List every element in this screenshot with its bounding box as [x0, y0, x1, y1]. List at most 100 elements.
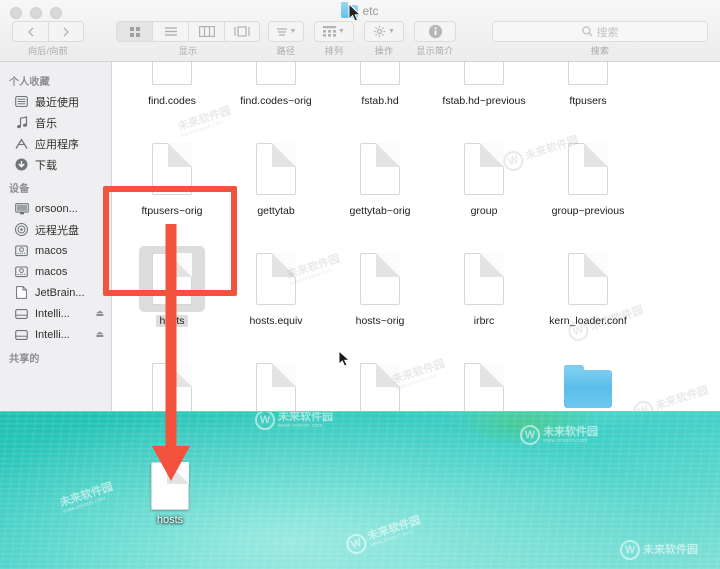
sidebar-item-label: Intelli...: [35, 328, 70, 341]
action-group: ▼ 操作: [364, 21, 404, 57]
sidebar-section-favorites-header: 个人收藏: [9, 77, 50, 88]
sidebar-item-remote-disc[interactable]: 远程光盘: [0, 219, 111, 240]
file-name-label: fstab.hd: [361, 95, 399, 107]
eject-icon[interactable]: ⏏: [95, 308, 107, 319]
file-item[interactable]: hosts~orig: [328, 240, 432, 350]
path-button[interactable]: ▼: [268, 21, 304, 42]
action-label: 操作: [374, 46, 394, 56]
sidebar-item-intellij-1[interactable]: Intelli... ⏏: [0, 303, 111, 324]
file-icon-box: [555, 62, 621, 92]
sidebar-item-label: JetBrain...: [35, 286, 85, 299]
file-item[interactable]: mach_init_per_login_session.d: [536, 350, 640, 411]
window-body: 个人收藏 最近使用 音乐 应用程序 下载 设备 orsoon... 远程光盘 m…: [0, 62, 720, 411]
music-note-icon: [14, 116, 29, 129]
document-icon: [360, 62, 400, 85]
file-name-label: gettytab~orig: [349, 205, 411, 217]
action-button[interactable]: ▼: [364, 21, 404, 42]
finder-sidebar: 个人收藏 最近使用 音乐 应用程序 下载 设备 orsoon... 远程光盘 m…: [0, 62, 112, 411]
file-icon-box: [243, 136, 309, 202]
file-name-label: ftpusers~orig: [141, 205, 203, 217]
sidebar-item-macos-2[interactable]: macos: [0, 261, 111, 282]
document-icon: [464, 253, 504, 305]
file-item[interactable]: kern_loader.conf~previous: [120, 350, 224, 411]
file-item[interactable]: krb5.keytab: [224, 350, 328, 411]
file-item[interactable]: locate.rc: [432, 350, 536, 411]
sidebar-item-intellij-2[interactable]: Intelli... ⏏: [0, 324, 111, 345]
file-icon-box: [243, 356, 309, 411]
sidebar-item-recents[interactable]: 最近使用: [0, 91, 111, 112]
sidebar-item-label: 应用程序: [35, 138, 79, 151]
file-item[interactable]: hosts: [120, 240, 224, 350]
file-item[interactable]: gettytab: [224, 130, 328, 240]
icon-view-button[interactable]: [116, 21, 152, 42]
document-icon: [464, 143, 504, 195]
file-item[interactable]: ftpusers: [536, 62, 640, 130]
desktop-icon-hosts[interactable]: hosts: [134, 462, 206, 526]
arrange-button[interactable]: ▼: [314, 21, 354, 42]
document-icon: [256, 62, 296, 85]
document-icon: [568, 143, 608, 195]
document-icon: [14, 286, 29, 299]
document-icon: [151, 462, 189, 510]
forward-button[interactable]: [48, 21, 84, 42]
desktop-icon-label: hosts: [156, 514, 184, 526]
sidebar-item-jetbrains[interactable]: JetBrain...: [0, 282, 111, 303]
chevron-down-icon: ▼: [388, 28, 395, 35]
file-item[interactable]: group~previous: [536, 130, 640, 240]
file-grid: find.codes find.codes~orig fstab.hd fstab.h…: [112, 62, 720, 411]
sidebar-item-orsoon[interactable]: orsoon...: [0, 198, 111, 219]
drag-cursor-icon: [338, 349, 351, 373]
document-icon: [152, 253, 192, 305]
document-icon: [152, 62, 192, 85]
file-name-label: group~previous: [551, 205, 625, 217]
file-icon-box: [555, 246, 621, 312]
file-name-label: gettytab: [257, 205, 295, 217]
document-icon: [360, 363, 400, 411]
external-drive-icon: [14, 329, 29, 341]
document-icon: [152, 363, 192, 411]
file-item[interactable]: irbrc: [432, 240, 536, 350]
view-mode-group: 显示: [116, 21, 260, 57]
file-icon-box: [451, 62, 517, 92]
sidebar-item-label: macos: [35, 244, 68, 257]
file-item[interactable]: gettytab~orig: [328, 130, 432, 240]
back-button[interactable]: [12, 21, 48, 42]
sidebar-item-label: 音乐: [35, 117, 57, 130]
file-item[interactable]: fstab.hd~previous: [432, 62, 536, 130]
file-item[interactable]: hosts.equiv: [224, 240, 328, 350]
document-icon: [256, 363, 296, 411]
gallery-view-button[interactable]: [224, 21, 260, 42]
sidebar-item-applications[interactable]: 应用程序: [0, 133, 111, 154]
eject-icon[interactable]: ⏏: [95, 329, 107, 340]
file-item[interactable]: kern_loader.conf: [536, 240, 640, 350]
file-item[interactable]: find.codes~orig: [224, 62, 328, 130]
file-item[interactable]: group: [432, 130, 536, 240]
view-label: 显示: [178, 46, 198, 56]
file-name-label: irbrc: [473, 315, 495, 327]
file-item[interactable]: fstab.hd: [328, 62, 432, 130]
path-group: ▼ 路径: [268, 21, 304, 57]
file-grid-area[interactable]: find.codes find.codes~orig fstab.hd fstab.h…: [112, 62, 720, 411]
sidebar-item-macos-1[interactable]: macos: [0, 240, 111, 261]
file-item[interactable]: find.codes: [120, 62, 224, 130]
sidebar-item-music[interactable]: 音乐: [0, 112, 111, 133]
file-icon-box: [347, 356, 413, 411]
search-input[interactable]: 搜索: [492, 21, 708, 42]
column-view-button[interactable]: [188, 21, 224, 42]
file-name-label: kern_loader.conf: [549, 315, 627, 327]
list-view-button[interactable]: [152, 21, 188, 42]
file-icon-box: [347, 62, 413, 92]
imac-icon: [14, 202, 29, 215]
document-icon: [256, 143, 296, 195]
file-item[interactable]: ftpusers~orig: [120, 130, 224, 240]
arrange-label: 排列: [324, 46, 344, 56]
sidebar-item-label: 下载: [35, 159, 57, 172]
file-name-label: hosts.equiv: [249, 315, 303, 327]
document-icon: [360, 143, 400, 195]
sidebar-item-downloads[interactable]: 下载: [0, 154, 111, 175]
hard-drive-icon: [14, 244, 29, 257]
path-label: 路径: [276, 46, 296, 56]
document-icon: [152, 143, 192, 195]
file-icon-box: [347, 246, 413, 312]
get-info-button[interactable]: [414, 21, 456, 42]
